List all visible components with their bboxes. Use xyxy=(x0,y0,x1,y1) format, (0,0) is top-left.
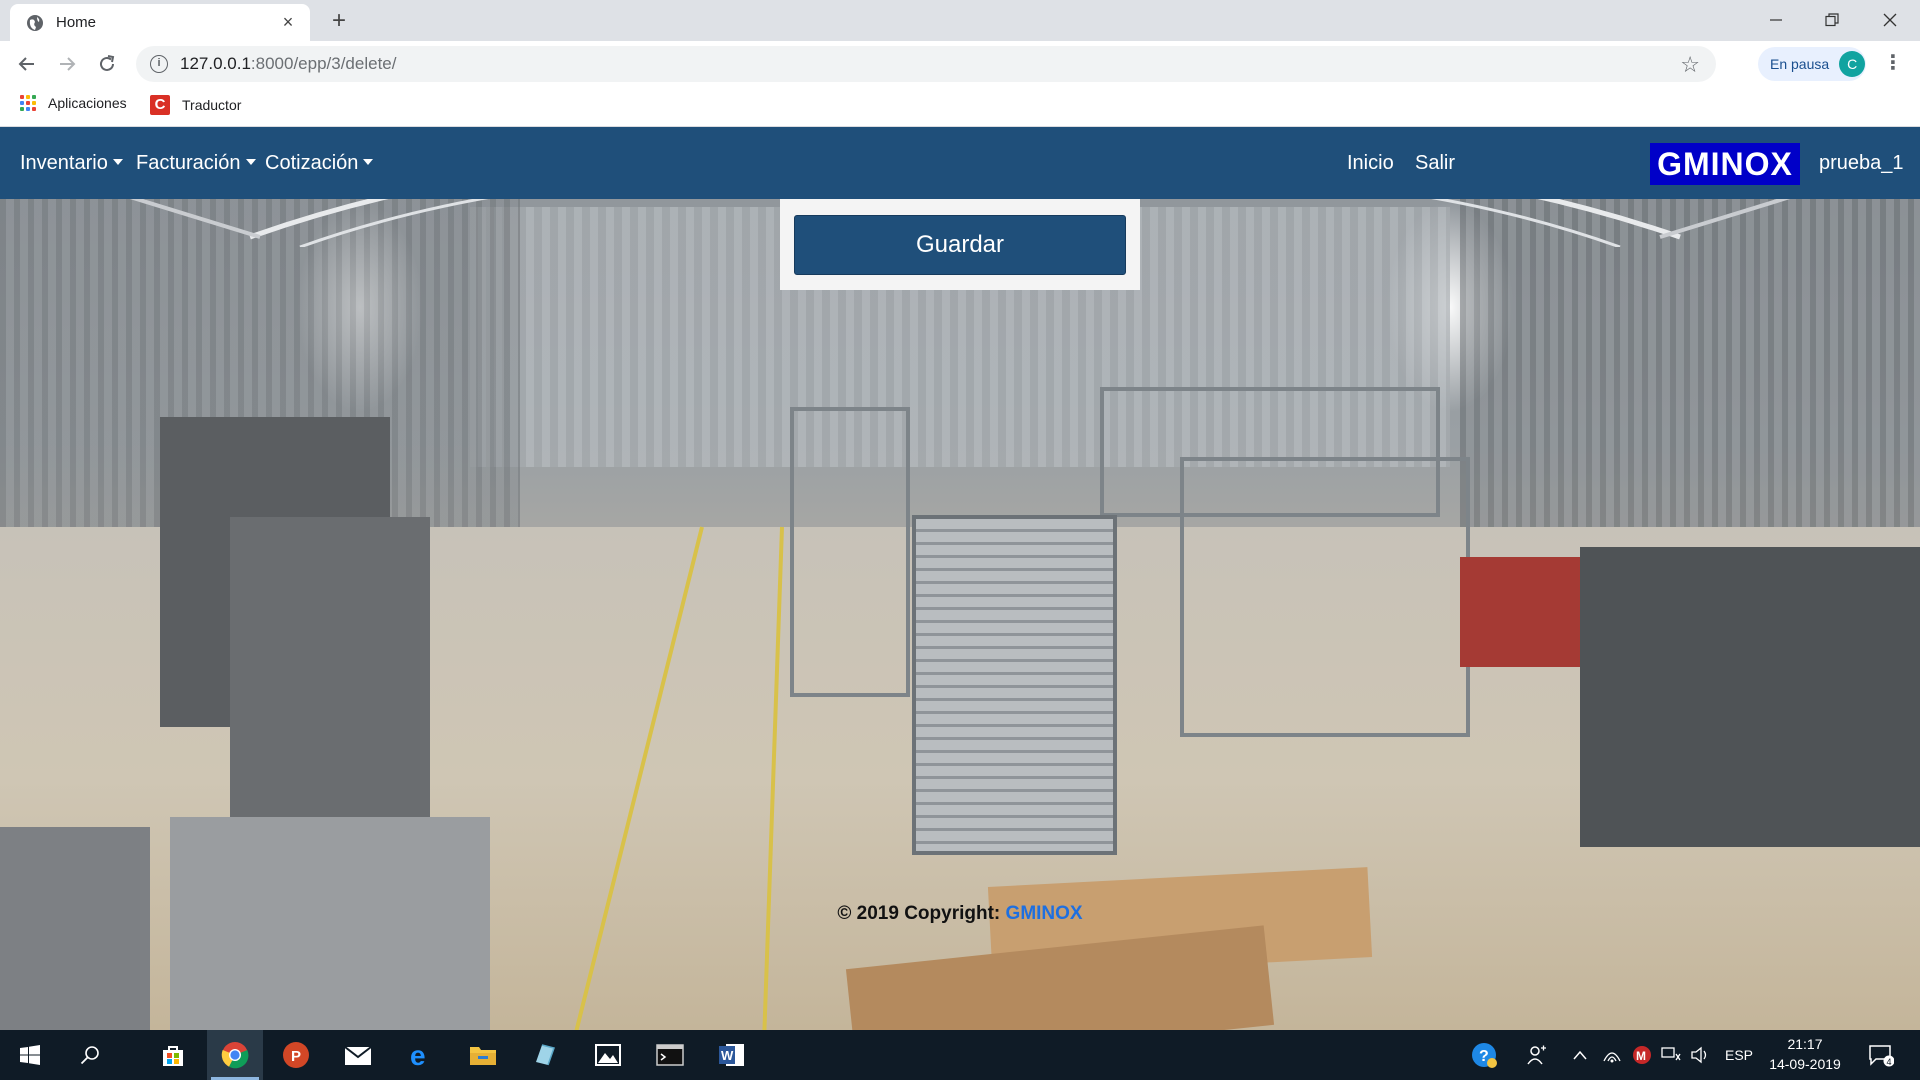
caret-down-icon xyxy=(245,159,256,165)
red-machine xyxy=(1460,557,1600,667)
volume-icon[interactable] xyxy=(1690,1030,1710,1080)
bookmark-traductor[interactable]: C Traductor xyxy=(150,95,241,115)
help-icon[interactable]: ? xyxy=(1470,1030,1498,1080)
word-icon[interactable]: W xyxy=(704,1030,760,1080)
footer-copyright: © 2019 Copyright: GMINOX xyxy=(0,903,1920,925)
wifi-icon[interactable] xyxy=(1602,1030,1622,1080)
bookmark-star-icon[interactable]: ☆ xyxy=(1680,52,1700,78)
language-indicator[interactable]: ESP xyxy=(1725,1030,1753,1080)
photos-icon[interactable] xyxy=(580,1030,636,1080)
main-navbar: Inventario Facturación Cotización Inicio… xyxy=(0,127,1920,199)
clock-time: 21:17 xyxy=(1787,1036,1823,1052)
edge-icon[interactable]: e xyxy=(392,1030,448,1080)
metal-frame xyxy=(1100,387,1440,517)
svg-text:M: M xyxy=(1636,1049,1646,1063)
reload-icon[interactable] xyxy=(92,49,122,79)
machine xyxy=(1580,547,1920,847)
file-explorer-icon[interactable] xyxy=(455,1030,511,1080)
chrome-icon[interactable] xyxy=(207,1030,263,1080)
taskbar-clock[interactable]: 21:17 14-09-2019 xyxy=(1762,1034,1848,1074)
browser-tabstrip: Home × + xyxy=(0,0,1920,41)
bookmark-label: Traductor xyxy=(182,97,242,113)
notification-count: 4 xyxy=(1887,1057,1892,1067)
svg-text:P: P xyxy=(291,1048,301,1065)
app-icon[interactable] xyxy=(517,1030,573,1080)
new-tab-button[interactable]: + xyxy=(325,8,353,36)
terminal-icon[interactable] xyxy=(642,1030,698,1080)
info-icon[interactable]: i xyxy=(150,55,168,73)
notification-center-icon[interactable]: 4 xyxy=(1868,1030,1894,1080)
url-path: :8000/epp/3/delete/ xyxy=(250,54,397,73)
search-icon[interactable] xyxy=(62,1030,118,1080)
address-bar[interactable]: i 127.0.0.1 :8000/epp/3/delete/ ☆ xyxy=(136,46,1716,82)
nav-link-salir[interactable]: Salir xyxy=(1415,127,1455,199)
bookmarks-bar: Aplicaciones C Traductor xyxy=(0,87,1920,127)
clock-date: 14-09-2019 xyxy=(1769,1056,1841,1072)
menu-label: Inventario xyxy=(20,152,108,174)
tab-close-icon[interactable]: × xyxy=(278,12,298,33)
apps-grid-icon xyxy=(20,95,36,111)
avatar: C xyxy=(1839,51,1866,77)
people-icon[interactable] xyxy=(1526,1030,1548,1080)
windows-start-icon[interactable] xyxy=(2,1030,58,1080)
browser-toolbar: i 127.0.0.1 :8000/epp/3/delete/ ☆ En pau… xyxy=(0,41,1920,87)
antivirus-icon[interactable]: M xyxy=(1632,1030,1652,1080)
globe-icon xyxy=(26,14,44,32)
url-host: 127.0.0.1 xyxy=(180,54,251,73)
windows-taskbar: P e W ? M ESP 21:17 14-09-2019 4 xyxy=(0,1030,1920,1080)
save-button[interactable]: Guardar xyxy=(794,215,1126,275)
brand-logo[interactable]: GMINOX xyxy=(1650,143,1800,185)
browser-menu-icon[interactable]: ⋮ xyxy=(1883,52,1903,76)
roller-shutter-frame xyxy=(912,515,1117,855)
powerpoint-icon[interactable]: P xyxy=(268,1030,324,1080)
metal-frame xyxy=(790,407,910,697)
menu-label: Facturación xyxy=(136,152,241,174)
menu-cotizacion[interactable]: Cotización xyxy=(265,127,374,199)
caret-down-icon xyxy=(363,159,374,165)
svg-text:W: W xyxy=(721,1048,734,1063)
bookmark-aplicaciones[interactable]: Aplicaciones xyxy=(20,95,127,111)
page-background: Inventario Facturación Cotización Inicio… xyxy=(0,127,1920,1030)
menu-facturacion[interactable]: Facturación xyxy=(136,127,256,199)
machine xyxy=(230,517,430,817)
menu-inventario[interactable]: Inventario xyxy=(20,127,123,199)
close-window-icon[interactable] xyxy=(1862,0,1918,40)
pause-label: En pausa xyxy=(1770,56,1830,72)
nav-link-inicio[interactable]: Inicio xyxy=(1347,127,1394,199)
translator-icon: C xyxy=(150,95,170,115)
forward-arrow-icon[interactable] xyxy=(52,49,82,79)
browser-tab-home[interactable]: Home × xyxy=(10,4,310,41)
store-icon[interactable] xyxy=(145,1030,201,1080)
restore-icon[interactable] xyxy=(1804,0,1860,40)
back-arrow-icon[interactable] xyxy=(12,49,42,79)
bookmark-label: Aplicaciones xyxy=(48,95,127,111)
sync-paused-chip[interactable]: En pausa C xyxy=(1758,47,1866,81)
current-user: prueba_1 xyxy=(1819,152,1904,174)
delete-form: Guardar xyxy=(780,199,1140,290)
svg-text:e: e xyxy=(410,1041,426,1069)
copyright-text: © 2019 Copyright: xyxy=(837,903,1006,924)
minimize-icon[interactable] xyxy=(1748,0,1804,40)
chevron-up-icon[interactable] xyxy=(1572,1030,1588,1080)
menu-label: Cotización xyxy=(265,152,359,174)
mail-icon[interactable] xyxy=(330,1030,386,1080)
network-icon[interactable] xyxy=(1660,1030,1682,1080)
workbench xyxy=(0,827,150,1030)
tab-title: Home xyxy=(56,14,97,31)
caret-down-icon xyxy=(112,159,123,165)
footer-brand-link[interactable]: GMINOX xyxy=(1006,903,1083,924)
